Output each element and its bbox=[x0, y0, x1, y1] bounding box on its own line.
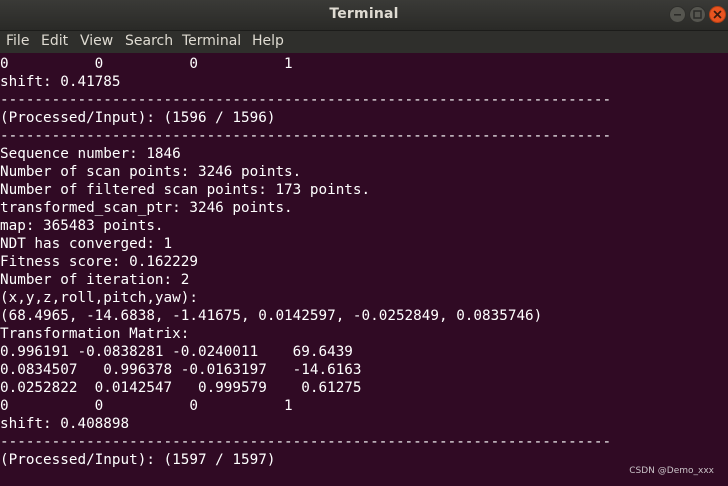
menu-file[interactable]: File bbox=[6, 33, 29, 49]
terminal-line: ----------------------------------------… bbox=[0, 434, 612, 450]
terminal-line: map: 365483 points. bbox=[0, 218, 164, 234]
close-icon bbox=[713, 10, 722, 19]
watermark: CSDN @Demo_xxx bbox=[629, 466, 714, 476]
maximize-icon bbox=[693, 10, 702, 19]
terminal-line: 0.0834507 0.996378 -0.0163197 -14.6163 bbox=[0, 362, 362, 378]
terminal-line: (68.4965, -14.6838, -1.41675, 0.0142597,… bbox=[0, 308, 543, 324]
menu-edit[interactable]: Edit bbox=[41, 33, 68, 49]
terminal-line: (Processed/Input): (1597 / 1597) bbox=[0, 452, 276, 468]
menu-search[interactable]: Search bbox=[125, 33, 173, 49]
menu-view[interactable]: View bbox=[80, 33, 113, 49]
maximize-button[interactable] bbox=[689, 6, 706, 23]
terminal-line: 0 0 0 1 bbox=[0, 398, 293, 414]
terminal-line: (x,y,z,roll,pitch,yaw): bbox=[0, 290, 198, 306]
terminal-line: Transformation Matrix: bbox=[0, 326, 190, 342]
terminal-line: transformed_scan_ptr: 3246 points. bbox=[0, 200, 293, 216]
terminal-line: NDT has converged: 1 bbox=[0, 236, 173, 252]
terminal-line: Number of filtered scan points: 173 poin… bbox=[0, 182, 371, 198]
terminal-line: Sequence number: 1846 bbox=[0, 146, 181, 162]
terminal-line: (Processed/Input): (1596 / 1596) bbox=[0, 110, 276, 126]
terminal-line: shift: 0.408898 bbox=[0, 416, 130, 432]
terminal-window: Terminal File Edit View Search Terminal … bbox=[0, 0, 728, 486]
terminal-line: Number of scan points: 3246 points. bbox=[0, 164, 302, 180]
terminal-line: ----------------------------------------… bbox=[0, 92, 612, 108]
minimize-icon bbox=[674, 14, 681, 16]
minimize-button[interactable] bbox=[669, 6, 686, 23]
terminal-line: ----------------------------------------… bbox=[0, 128, 612, 144]
terminal-line: 0.0252822 0.0142547 0.999579 0.61275 bbox=[0, 380, 362, 396]
terminal-line: Fitness score: 0.162229 bbox=[0, 254, 198, 270]
title-bar[interactable]: Terminal bbox=[0, 0, 728, 31]
close-button[interactable] bbox=[709, 6, 726, 23]
terminal-output[interactable]: 0 0 0 1 shift: 0.41785 -----------------… bbox=[0, 55, 728, 486]
terminal-line: shift: 0.41785 bbox=[0, 74, 121, 90]
terminal-line: 0 0 0 1 bbox=[0, 56, 293, 72]
terminal-line: Number of iteration: 2 bbox=[0, 272, 190, 288]
window-title: Terminal bbox=[329, 6, 399, 22]
menu-terminal[interactable]: Terminal bbox=[182, 33, 241, 49]
menu-help[interactable]: Help bbox=[252, 33, 284, 49]
menu-bar: File Edit View Search Terminal Help bbox=[0, 31, 728, 53]
terminal-line: 0.996191 -0.0838281 -0.0240011 69.6439 bbox=[0, 344, 353, 360]
